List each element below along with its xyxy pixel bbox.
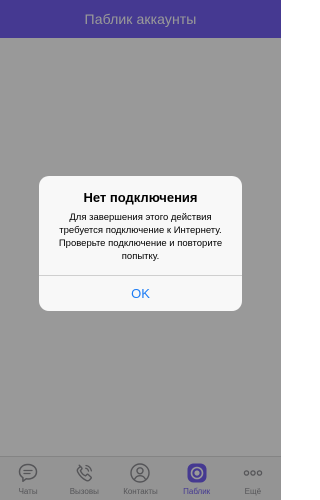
ok-button[interactable]: OK <box>39 276 242 311</box>
alert-body: Нет подключения Для завершения этого дей… <box>39 176 242 275</box>
no-connection-alert: Нет подключения Для завершения этого дей… <box>39 176 242 311</box>
app-screen: Паблик аккаунты Чаты Вызовы Контакты Паб… <box>0 0 281 500</box>
alert-title: Нет подключения <box>83 190 198 205</box>
alert-message: Для завершения этого действия требуется … <box>58 212 223 262</box>
